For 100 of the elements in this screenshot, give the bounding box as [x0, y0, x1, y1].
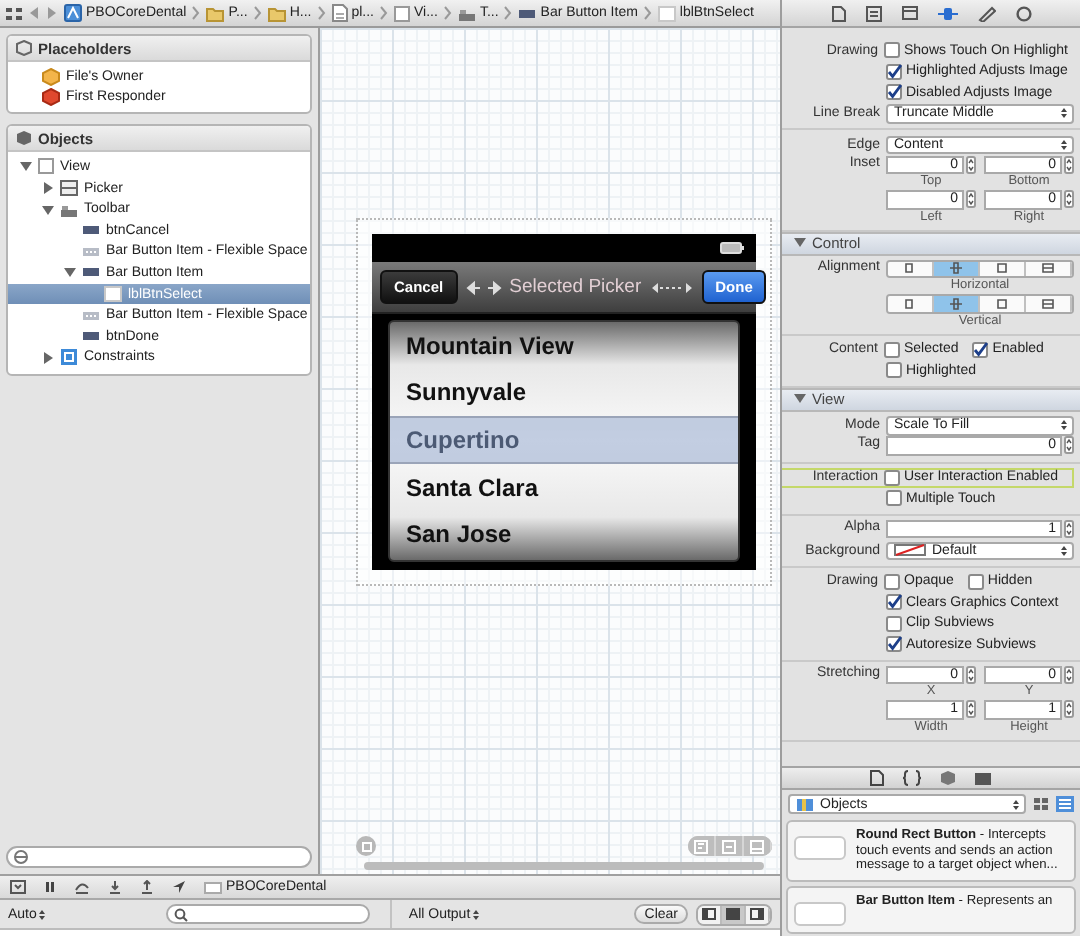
- constraints-icon: [60, 348, 78, 367]
- help-icon[interactable]: [865, 5, 881, 21]
- stepper-icon[interactable]: [966, 665, 976, 684]
- view-icon: [394, 5, 410, 21]
- alignment-segment[interactable]: [980, 296, 1026, 311]
- updown-arrows-icon: [472, 907, 481, 921]
- checkbox[interactable]: [884, 573, 900, 590]
- checkbox[interactable]: [886, 63, 902, 80]
- chevron-icon: [380, 6, 388, 20]
- location-icon[interactable]: [172, 880, 186, 894]
- attributes-icon[interactable]: [937, 5, 957, 21]
- picker-row[interactable]: Santa Clara: [390, 463, 738, 511]
- checkbox[interactable]: [884, 42, 900, 59]
- checkbox[interactable]: [884, 341, 900, 358]
- updown-arrows-icon: [1060, 543, 1068, 558]
- alignment-icon: [948, 260, 964, 277]
- project-icon: [64, 4, 82, 22]
- layout-icon: [694, 839, 708, 853]
- step-out-icon[interactable]: [140, 880, 154, 894]
- document-icon[interactable]: [831, 5, 845, 21]
- grid-view-icon[interactable]: [1032, 796, 1050, 813]
- picker-row[interactable]: Cupertino: [390, 416, 738, 464]
- step-into-icon[interactable]: [108, 880, 122, 894]
- pane-toggle-button[interactable]: [722, 905, 746, 923]
- media-icon[interactable]: [974, 771, 992, 786]
- checkbox[interactable]: [886, 84, 902, 101]
- picker-icon: [60, 180, 78, 197]
- identity-icon[interactable]: [901, 6, 917, 20]
- layout-icon: [750, 839, 764, 853]
- disclosure-triangle-icon[interactable]: [42, 182, 54, 195]
- stepper-icon[interactable]: [1064, 665, 1074, 684]
- updown-arrows-icon: [38, 907, 47, 921]
- alignment-icon: [1040, 295, 1056, 312]
- stepper-icon[interactable]: [1064, 155, 1074, 174]
- alignment-segment[interactable]: [934, 261, 980, 276]
- app-icon: [204, 881, 222, 893]
- library-icon: [796, 797, 814, 812]
- checkbox[interactable]: [886, 362, 902, 379]
- disclosure-triangle-icon[interactable]: [42, 203, 54, 216]
- flexible-space-arrows-icon: [465, 279, 502, 295]
- alignment-segment[interactable]: [888, 296, 934, 311]
- checkbox[interactable]: [886, 594, 902, 611]
- chevron-icon: [643, 6, 652, 20]
- stepper-icon[interactable]: [966, 190, 976, 209]
- stepper-icon[interactable]: [1064, 700, 1074, 719]
- document-icon[interactable]: [870, 770, 884, 787]
- layout-icon: [722, 839, 736, 853]
- folder-icon: [206, 5, 225, 21]
- battery-icon: [720, 242, 744, 254]
- stepper-icon[interactable]: [1064, 436, 1074, 455]
- grid-icon[interactable]: [6, 5, 22, 21]
- chevron-icon: [504, 6, 513, 20]
- checkbox[interactable]: [886, 490, 902, 507]
- disclosure-triangle-icon[interactable]: [64, 266, 76, 279]
- checkbox[interactable]: [886, 636, 902, 653]
- pane-toggle-button[interactable]: [698, 905, 722, 923]
- checkbox[interactable]: [884, 469, 900, 486]
- disclosure-triangle-icon: [794, 238, 806, 248]
- search-field[interactable]: [166, 904, 371, 924]
- scrollbar[interactable]: [364, 862, 764, 870]
- checkbox[interactable]: [967, 573, 984, 590]
- pause-icon[interactable]: [44, 880, 56, 894]
- stepper-icon[interactable]: [966, 155, 976, 174]
- console-toggle-icon[interactable]: [10, 880, 26, 894]
- stepper-icon[interactable]: [966, 700, 976, 719]
- picker-row[interactable]: Mountain View: [390, 322, 738, 370]
- picker-row[interactable]: Sunnyvale: [390, 369, 738, 417]
- picker-wheel[interactable]: Mountain View Sunnyvale Cupertino Santa Clara San Jose: [388, 320, 740, 562]
- step-over-icon[interactable]: [74, 880, 90, 894]
- toolbar-icon: [60, 201, 78, 218]
- disclosure-triangle-icon[interactable]: [20, 160, 32, 173]
- cube-outline-icon: [16, 40, 32, 56]
- pane-toggle-button[interactable]: [746, 905, 770, 923]
- checkbox[interactable]: [972, 341, 989, 358]
- connections-icon[interactable]: [1015, 5, 1031, 21]
- disclosure-triangle-icon: [794, 394, 806, 404]
- folder-icon: [267, 5, 286, 21]
- alignment-segment[interactable]: [1026, 261, 1072, 276]
- cube-icon[interactable]: [940, 770, 956, 787]
- braces-icon[interactable]: [902, 770, 922, 787]
- alignment-segment[interactable]: [934, 296, 980, 311]
- alignment-icon: [994, 295, 1010, 312]
- filter-field[interactable]: [6, 846, 312, 868]
- alignment-icon: [948, 295, 964, 312]
- alignment-segment[interactable]: [980, 261, 1026, 276]
- alignment-segment[interactable]: [1026, 296, 1072, 311]
- chevron-icon: [443, 6, 452, 20]
- picker-row[interactable]: San Jose: [390, 510, 738, 558]
- alignment-segment[interactable]: [888, 261, 934, 276]
- flexible-space-arrows-icon: [649, 279, 694, 295]
- stepper-icon[interactable]: [1064, 519, 1074, 538]
- ruler-icon[interactable]: [977, 5, 995, 21]
- disclosure-triangle-icon[interactable]: [42, 351, 54, 364]
- list-view-icon[interactable]: [1056, 796, 1074, 813]
- stepper-icon[interactable]: [1064, 190, 1074, 209]
- label-icon: [657, 5, 676, 21]
- pane-icon: [750, 908, 764, 920]
- toolbar-title: Selected Picker: [509, 276, 642, 298]
- alignment-icon: [902, 295, 918, 312]
- checkbox[interactable]: [886, 615, 902, 632]
